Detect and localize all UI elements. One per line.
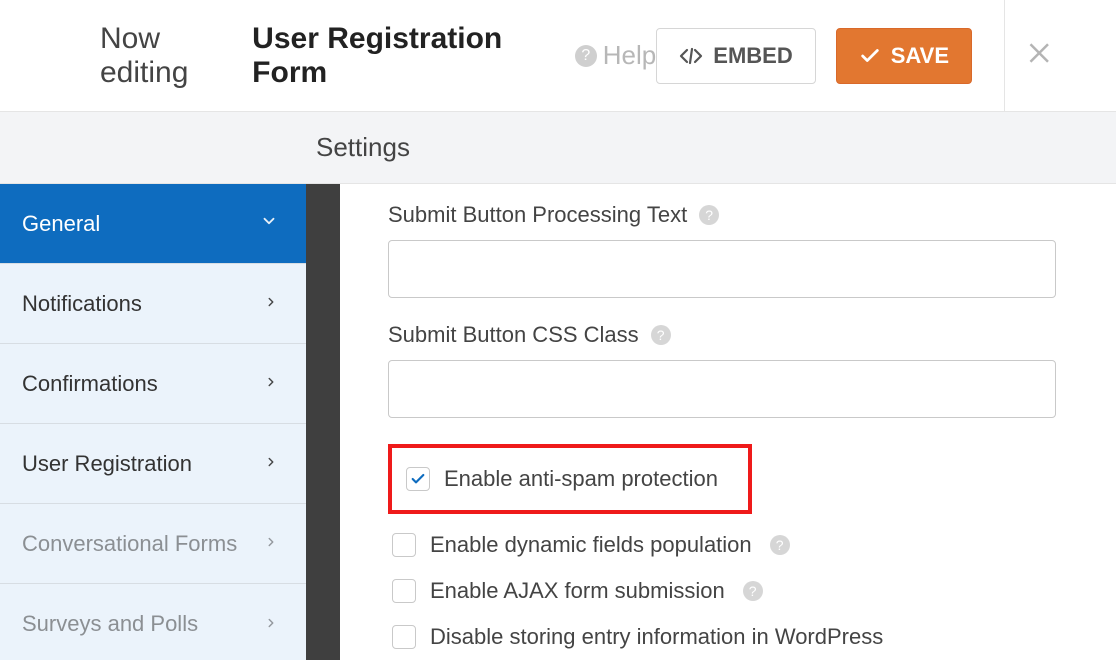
main: General Notifications Confirmations User… — [0, 184, 1116, 660]
checkbox-label: Enable dynamic fields population — [430, 532, 752, 558]
sidebar-item-label: Confirmations — [22, 371, 158, 397]
sidebar-item-confirmations[interactable]: Confirmations — [0, 344, 306, 424]
sidebar-item-label: Notifications — [22, 291, 142, 317]
label-text: Submit Button Processing Text — [388, 202, 687, 228]
embed-button[interactable]: EMBED — [656, 28, 815, 84]
check-icon — [859, 45, 881, 67]
checkbox-icon — [406, 467, 430, 491]
help-icon[interactable]: ? — [651, 325, 671, 345]
checkbox-label: Enable anti-spam protection — [444, 466, 718, 492]
checkbox-dynamic-fields[interactable]: Enable dynamic fields population ? — [388, 522, 1056, 568]
chevron-right-icon — [264, 452, 278, 475]
page-title-row: Settings — [0, 112, 1116, 184]
close-button[interactable] — [1004, 0, 1076, 112]
form-name: User Registration Form — [252, 22, 559, 90]
submit-css-class-input[interactable] — [388, 360, 1056, 418]
sidebar-item-notifications[interactable]: Notifications — [0, 264, 306, 344]
close-icon — [1026, 35, 1056, 77]
header-actions: EMBED SAVE — [656, 0, 1076, 112]
chevron-down-icon — [260, 212, 278, 236]
sidebar-item-conversational-forms[interactable]: Conversational Forms — [0, 504, 306, 584]
sidebar-item-general[interactable]: General — [0, 184, 306, 264]
field-submit-css-class: Submit Button CSS Class ? — [388, 322, 1056, 418]
sidebar-wrap: General Notifications Confirmations User… — [0, 184, 340, 660]
chevron-right-icon — [264, 613, 278, 636]
settings-panel: Submit Button Processing Text ? Submit B… — [340, 184, 1116, 660]
highlight-box: Enable anti-spam protection — [388, 444, 752, 514]
field-label: Submit Button CSS Class ? — [388, 322, 1056, 348]
help-icon[interactable]: ? — [770, 535, 790, 555]
checkbox-icon — [392, 533, 416, 557]
checkbox-disable-storing[interactable]: Disable storing entry information in Wor… — [388, 614, 1056, 660]
checkbox-icon — [392, 579, 416, 603]
chevron-right-icon — [264, 292, 278, 315]
sidebar-item-surveys-polls[interactable]: Surveys and Polls — [0, 584, 306, 664]
submit-processing-text-input[interactable] — [388, 240, 1056, 298]
sidebar-item-label: General — [22, 211, 100, 237]
save-button[interactable]: SAVE — [836, 28, 972, 84]
settings-sidebar: General Notifications Confirmations User… — [0, 184, 306, 660]
chevron-right-icon — [264, 532, 278, 555]
editing-title: Now editing User Registration Form ? Hel… — [100, 22, 656, 90]
editing-prefix: Now editing — [100, 22, 244, 90]
help-link[interactable]: ? Help — [575, 40, 656, 71]
builder-header: Now editing User Registration Form ? Hel… — [0, 0, 1116, 112]
checkbox-ajax-submission[interactable]: Enable AJAX form submission ? — [388, 568, 1056, 614]
embed-label: EMBED — [713, 43, 792, 69]
help-label: Help — [603, 40, 656, 71]
checkbox-anti-spam[interactable]: Enable anti-spam protection — [402, 456, 718, 502]
code-icon — [679, 44, 703, 68]
sidebar-item-label: Surveys and Polls — [22, 611, 198, 637]
checkbox-label: Enable AJAX form submission — [430, 578, 725, 604]
help-icon: ? — [575, 45, 597, 67]
sidebar-item-label: Conversational Forms — [22, 531, 237, 557]
sidebar-item-label: User Registration — [22, 451, 192, 477]
help-icon[interactable]: ? — [743, 581, 763, 601]
checkbox-icon — [392, 625, 416, 649]
page-title: Settings — [316, 132, 410, 163]
sidebar-item-user-registration[interactable]: User Registration — [0, 424, 306, 504]
save-label: SAVE — [891, 43, 949, 69]
label-text: Submit Button CSS Class — [388, 322, 639, 348]
help-icon[interactable]: ? — [699, 205, 719, 225]
chevron-right-icon — [264, 372, 278, 395]
field-submit-processing-text: Submit Button Processing Text ? — [388, 202, 1056, 298]
checkbox-label: Disable storing entry information in Wor… — [430, 624, 883, 650]
field-label: Submit Button Processing Text ? — [388, 202, 1056, 228]
